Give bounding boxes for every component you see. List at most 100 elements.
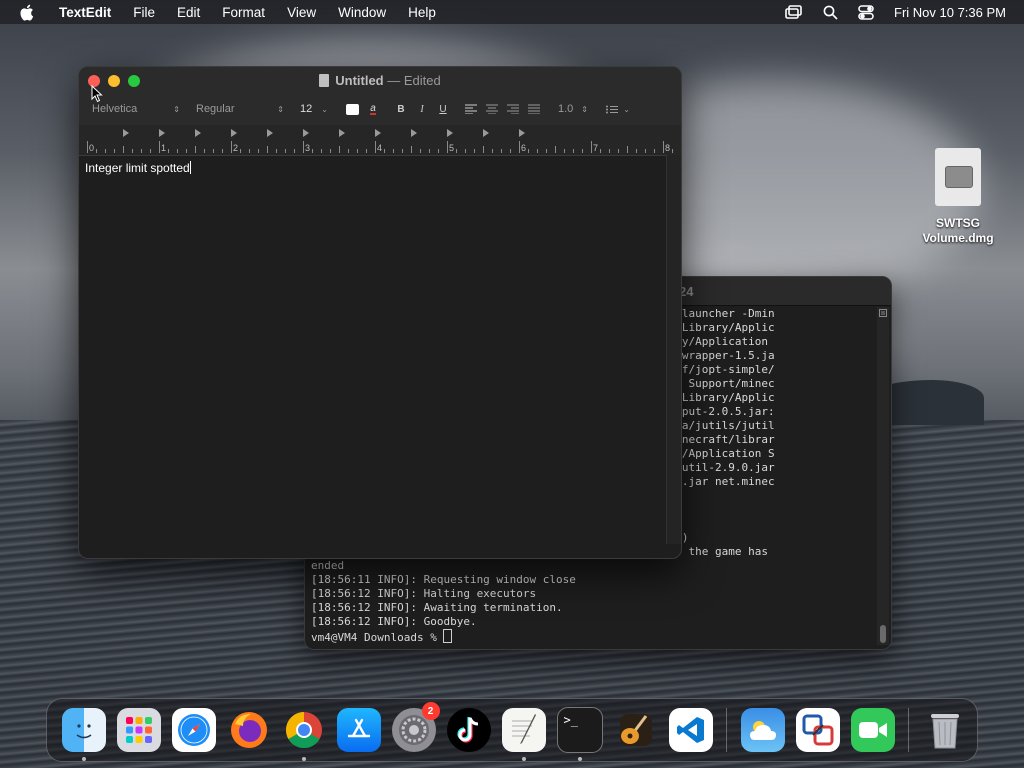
tab-stop-marker[interactable] [411,129,417,137]
apple-menu-icon[interactable] [18,4,34,21]
ruler-number: 6 [521,143,527,153]
list-style-select[interactable]: ⌄ [601,101,635,118]
tab-stop-marker[interactable] [123,129,129,137]
tab-stop-marker[interactable] [195,129,201,137]
menu-view[interactable]: View [276,5,327,20]
ruler-tick [159,141,160,153]
menu-file[interactable]: File [122,5,166,20]
app-store-icon [347,718,370,738]
screen-mirroring-icon[interactable] [785,5,803,19]
line-spacing-select[interactable]: 1.0 ⇕ [553,101,593,118]
textedit-scrollbar[interactable] [666,155,681,544]
menubar-clock[interactable]: Fri Nov 10 7:36 PM [894,5,1006,20]
dock-facetime[interactable] [850,708,895,752]
font-style-select[interactable]: Regular ⇕ [191,101,289,118]
underline-button[interactable]: U [434,101,452,118]
ruler-tick [465,149,466,153]
spotlight-search-icon[interactable] [823,5,838,20]
ruler-number: 5 [449,143,455,153]
tab-stop-marker[interactable] [447,129,453,137]
align-center-button[interactable] [483,101,501,118]
ruler-tick [591,141,592,153]
ruler[interactable]: 0 1 2 3 4 5 6 7 8 [79,125,681,156]
weather-cloud-icon [749,721,776,740]
dock-migration-app[interactable] [795,708,840,752]
ruler-tick [204,149,205,153]
desktop-dmg-icon[interactable]: SWTSG Volume.dmg [918,148,998,246]
terminal-line: [18:56:12 INFO]: Awaiting termination. [311,601,563,614]
justify-icon [528,104,540,114]
tab-stop-marker[interactable] [375,129,381,137]
dock-finder[interactable] [61,708,106,761]
highlight-a-icon: a [370,102,376,115]
ruler-tick [438,149,439,153]
tab-stop-marker[interactable] [231,129,237,137]
dock-system-settings[interactable]: 2 [391,702,440,752]
tab-stop-marker[interactable] [267,129,273,137]
font-size-select[interactable]: 12 ⌄ [295,101,333,118]
format-toolbar: Helvetica ⇕ Regular ⇕ 12 ⌄ a B I U 1.0 ⇕… [87,99,673,119]
dock-textedit[interactable] [501,708,546,761]
dock: 2 >_ [46,698,978,762]
dock-chrome[interactable] [282,708,326,761]
ruler-tick [195,146,196,153]
document-text[interactable]: Integer limit spotted [85,161,191,175]
justify-button[interactable] [525,101,543,118]
terminal-scroll-thumb[interactable] [880,625,886,643]
align-left-button[interactable] [462,101,480,118]
ruler-tick [564,149,565,153]
tab-stop-marker[interactable] [483,129,489,137]
textedit-window[interactable]: Untitled — Edited Helvetica ⇕ Regular ⇕ 12… [78,66,682,559]
ruler-tick [123,146,124,153]
tab-stop-marker[interactable] [303,129,309,137]
terminal-line: ended [311,559,345,572]
dock-firefox[interactable] [227,708,271,752]
text-caret [189,161,191,174]
mouse-pointer-icon [91,85,103,103]
terminal-prompt[interactable]: vm4@VM4 Downloads % [311,629,875,645]
menu-format[interactable]: Format [211,5,276,20]
ruler-tick [366,149,367,153]
control-center-icon[interactable] [858,4,874,20]
highlight-color-button[interactable]: a [364,101,382,118]
ruler-tick [492,149,493,153]
dock-weather[interactable] [740,708,785,752]
ruler-tick [249,149,250,153]
ruler-number: 3 [305,143,311,153]
font-family-select[interactable]: Helvetica ⇕ [87,101,185,118]
italic-button[interactable]: I [413,101,431,118]
menu-window[interactable]: Window [327,5,397,20]
tab-stop-marker[interactable] [159,129,165,137]
chevron-down-icon: ⌄ [623,104,630,114]
dock-terminal[interactable]: >_ [556,707,603,761]
ruler-tick [609,149,610,153]
ruler-tick [321,149,322,153]
dock-trash[interactable] [923,708,967,752]
dock-garageband[interactable] [614,708,658,752]
menu-app-name[interactable]: TextEdit [48,5,122,20]
italic-icon: I [420,103,424,115]
ruler-tick [141,149,142,153]
textedit-titlebar[interactable]: Untitled — Edited Helvetica ⇕ Regular ⇕ 12… [79,67,681,126]
align-right-button[interactable] [504,101,522,118]
ruler-tick [528,149,529,153]
dock-tiktok[interactable] [446,708,491,752]
dock-vscode[interactable] [668,708,713,752]
dock-safari[interactable] [171,708,216,752]
text-color-button[interactable] [343,101,361,118]
bullet-list-icon [606,105,618,113]
dock-launchpad[interactable] [116,708,161,752]
menu-bar: TextEdit File Edit Format View Window He… [0,0,1024,24]
terminal-scrollbar[interactable] [877,307,889,645]
ruler-tick [222,149,223,153]
ruler-number: 8 [665,143,671,153]
ruler-tick [312,149,313,153]
menu-edit[interactable]: Edit [166,5,211,20]
menu-help[interactable]: Help [397,5,447,20]
safari-compass-icon [177,714,210,746]
bold-button[interactable]: B [392,101,410,118]
tab-stop-marker[interactable] [519,129,525,137]
dock-app-store[interactable] [336,708,381,752]
scroll-up-arrow-icon[interactable] [877,307,889,319]
tab-stop-marker[interactable] [339,129,345,137]
